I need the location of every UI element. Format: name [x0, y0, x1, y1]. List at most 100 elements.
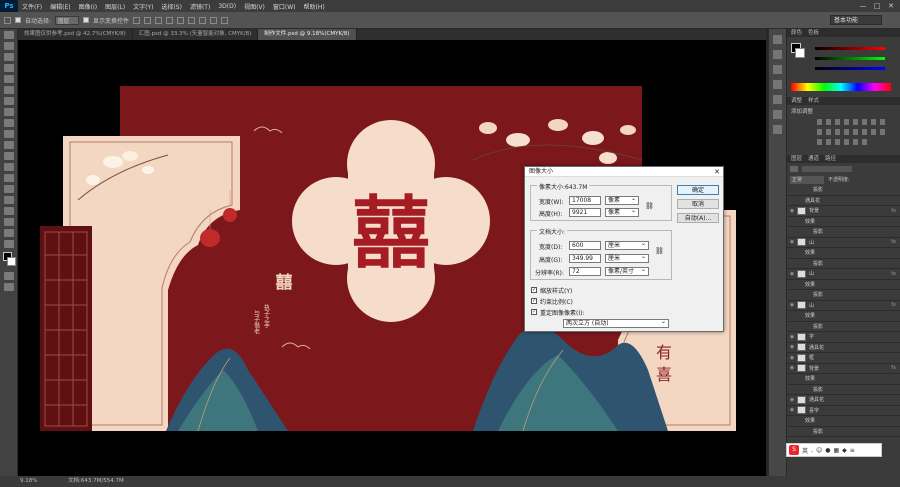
layer-row[interactable]: 效果 — [787, 416, 900, 427]
menu-edit[interactable]: 编辑(E) — [46, 2, 74, 11]
layer-fx-icon[interactable]: fx — [891, 271, 896, 277]
crop-tool-icon[interactable] — [3, 75, 14, 83]
visibility-eye-icon[interactable]: ◉ — [787, 208, 797, 214]
distribute-h-icon[interactable] — [210, 16, 218, 24]
tab-adjustments[interactable]: 调整 — [791, 97, 802, 105]
adjust-icons-row-1[interactable] — [817, 119, 887, 125]
quick-select-tool-icon[interactable] — [3, 64, 14, 72]
layer-row[interactable]: 效果 — [787, 280, 900, 290]
ime-lang[interactable]: 英 — [802, 446, 808, 455]
auto-select-checkbox[interactable] — [15, 17, 21, 23]
height-input[interactable]: 9921 — [569, 208, 601, 217]
cancel-button[interactable]: 取消 — [677, 199, 719, 209]
menu-type[interactable]: 文字(Y) — [129, 2, 157, 11]
menu-layer[interactable]: 图层(L) — [101, 2, 129, 11]
brush-preset-icon[interactable] — [773, 125, 782, 134]
layer-row[interactable]: ◉ 背景 fx — [787, 364, 900, 374]
doc-width-input[interactable]: 600 — [569, 241, 601, 250]
shape-tool-icon[interactable] — [3, 218, 14, 226]
layer-row[interactable]: 通具花 — [787, 196, 900, 206]
layer-fx-icon[interactable]: fx — [891, 239, 896, 245]
gradient-tool-icon[interactable] — [3, 152, 14, 160]
visibility-eye-icon[interactable]: ◉ — [787, 397, 797, 403]
align-top-icon[interactable] — [133, 16, 141, 24]
layer-fx-icon[interactable]: fx — [891, 365, 896, 371]
tab-huitu[interactable]: 汇图.psd @ 33.3% (矢量智能对象, CMYK/8) — [133, 29, 259, 40]
layer-row[interactable]: 投影 — [787, 227, 900, 238]
zoom-level[interactable]: 9.18% — [20, 476, 37, 487]
align-middle-icon[interactable] — [144, 16, 152, 24]
distribute-icon[interactable] — [199, 16, 207, 24]
layer-row[interactable]: 投影 — [787, 322, 900, 332]
menu-file[interactable]: 文件(F) — [18, 2, 46, 11]
align-bottom-icon[interactable] — [155, 16, 163, 24]
visibility-eye-icon[interactable]: ◉ — [787, 239, 797, 245]
hand-tool-icon[interactable] — [3, 229, 14, 237]
show-transform-checkbox[interactable] — [83, 17, 90, 23]
background-color[interactable] — [7, 257, 16, 266]
tab-layers[interactable]: 图层 — [791, 155, 802, 163]
bg-color-swatch[interactable] — [795, 48, 805, 58]
adjust-icons-row-2[interactable] — [817, 129, 887, 135]
ime-punct-icon[interactable]: , — [811, 447, 813, 454]
workspace-switcher[interactable]: 基本功能 — [830, 15, 882, 25]
ime-emoji-icon[interactable]: ☺ — [816, 447, 822, 454]
actions-icon[interactable] — [773, 95, 782, 104]
lasso-tool-icon[interactable] — [3, 53, 14, 61]
auto-select-dropdown[interactable]: 图层 — [55, 15, 80, 25]
dodge-tool-icon[interactable] — [3, 174, 14, 182]
brush-tool-icon[interactable] — [3, 108, 14, 116]
menu-view[interactable]: 视图(V) — [240, 2, 269, 11]
ime-menu-icon[interactable]: ≡ — [850, 447, 855, 454]
tab-effect-reference[interactable]: 效果图仅供参考.psd @ 42.7%(CMYK/8) — [18, 29, 133, 40]
doc-height-unit-select[interactable]: 厘米 — [605, 253, 649, 263]
paragraph-icon[interactable] — [773, 80, 782, 89]
layer-row[interactable]: ◉ 框 — [787, 353, 900, 364]
visibility-eye-icon[interactable]: ◉ — [787, 355, 797, 361]
width-unit-select[interactable]: 像素 — [605, 195, 639, 205]
visibility-eye-icon[interactable]: ◉ — [787, 302, 797, 308]
maximize-button[interactable]: □ — [870, 0, 884, 12]
path-select-tool-icon[interactable] — [3, 207, 14, 215]
layer-row[interactable]: 投影 — [787, 259, 900, 269]
healing-tool-icon[interactable] — [3, 97, 14, 105]
resample-method-select[interactable]: 两次立方 (自动) — [563, 318, 669, 328]
layer-row[interactable]: ◉ 通具花 — [787, 395, 900, 406]
align-left-icon[interactable] — [166, 16, 174, 24]
eraser-tool-icon[interactable] — [3, 141, 14, 149]
tab-styles[interactable]: 样式 — [808, 97, 819, 105]
resample-checkbox[interactable]: ✓ — [531, 309, 537, 315]
tab-color[interactable]: 颜色 — [791, 29, 802, 37]
layer-row[interactable]: 投影 — [787, 185, 900, 196]
constrain-checkbox[interactable]: ✓ — [531, 298, 537, 304]
layer-row[interactable]: ◉ 背景 fx — [787, 206, 900, 217]
menu-window[interactable]: 窗口(W) — [269, 2, 300, 11]
ime-mic-icon[interactable]: ● — [825, 447, 830, 454]
move-tool-icon[interactable] — [4, 16, 11, 24]
layer-row[interactable]: ◉ 山 fx — [787, 269, 900, 280]
height-unit-select[interactable]: 像素 — [605, 207, 639, 217]
tab-swatches[interactable]: 色板 — [808, 29, 819, 37]
layer-row[interactable]: ◉ 通具花 — [787, 343, 900, 353]
menu-help[interactable]: 帮助(H) — [300, 2, 329, 11]
3d-mode-icon[interactable] — [221, 16, 229, 24]
doc-width-unit-select[interactable]: 厘米 — [605, 240, 649, 250]
menu-image[interactable]: 图像(I) — [75, 2, 101, 11]
layer-row[interactable]: 效果 — [787, 374, 900, 385]
character-icon[interactable] — [773, 65, 782, 74]
tab-channels[interactable]: 通道 — [808, 155, 819, 163]
width-input[interactable]: 17008 — [569, 196, 601, 205]
layer-filter-bar[interactable] — [802, 165, 852, 172]
layer-row[interactable]: ◉ 山 fx — [787, 238, 900, 248]
layer-row[interactable]: ◉ 山 fx — [787, 301, 900, 311]
sogou-logo[interactable]: S — [789, 445, 799, 455]
visibility-eye-icon[interactable]: ◉ — [787, 334, 797, 340]
blue-slider[interactable] — [815, 67, 885, 70]
menu-filter[interactable]: 滤镜(T) — [186, 2, 214, 11]
layer-row[interactable]: 投影 — [787, 427, 900, 437]
align-center-icon[interactable] — [177, 16, 185, 24]
tab-production-file[interactable]: 制作文件.psd @ 9.18%(CMYK/8) — [258, 29, 357, 40]
visibility-eye-icon[interactable]: ◉ — [787, 344, 797, 350]
blur-tool-icon[interactable] — [3, 163, 14, 171]
tab-paths[interactable]: 路径 — [825, 155, 836, 163]
